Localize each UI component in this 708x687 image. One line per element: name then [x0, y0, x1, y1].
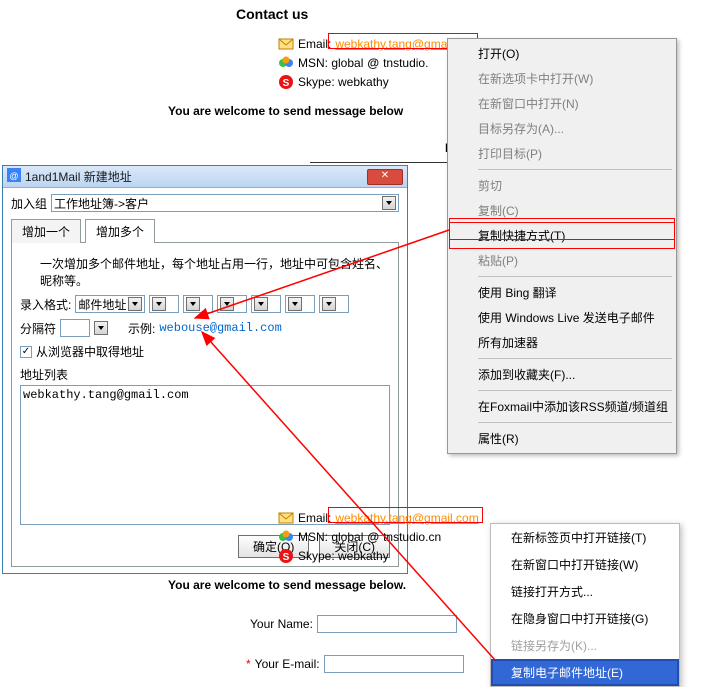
svg-text:@: @ — [9, 171, 18, 181]
dropdown-icon[interactable] — [128, 297, 142, 311]
form-email-row: * Your E-mail: — [246, 655, 464, 673]
msn-icon — [278, 529, 294, 545]
browser-checkbox[interactable]: ✓ — [20, 346, 32, 358]
msn-domain: tnstudio. — [383, 56, 428, 70]
ctx2-open-incognito[interactable]: 在隐身窗口中打开链接(G) — [491, 605, 679, 632]
ctx-print-target[interactable]: 打印目标(P) — [450, 141, 674, 166]
ctx-accelerators[interactable]: 所有加速器 — [450, 330, 674, 355]
email-label: Your E-mail: — [255, 657, 320, 671]
dialog-close-button[interactable]: ✕ — [367, 169, 403, 185]
col-select-1[interactable] — [149, 295, 179, 313]
name-label: Your Name: — [250, 617, 313, 631]
msn-label: MSN: global — [298, 530, 363, 544]
ctx-properties[interactable]: 属性(R) — [450, 426, 674, 451]
col-select-3[interactable] — [217, 295, 247, 313]
dropdown-icon[interactable] — [382, 196, 396, 210]
ctx2-open-win[interactable]: 在新窗口中打开链接(W) — [491, 551, 679, 578]
format-label: 录入格式: — [20, 296, 71, 313]
email-label: Email: — [298, 511, 331, 525]
ctx-paste[interactable]: 粘贴(P) — [450, 248, 674, 273]
skype-icon: S — [278, 548, 294, 564]
separator — [478, 276, 672, 277]
ctx-foxmail[interactable]: 在Foxmail中添加该RSS频道/频道组 — [450, 394, 674, 419]
address-list-label: 地址列表 — [20, 366, 390, 383]
skype-icon: S — [278, 74, 294, 90]
ctx2-save-as[interactable]: 链接另存为(K)... — [491, 632, 679, 659]
svg-text:S: S — [283, 78, 290, 89]
email-icon — [278, 36, 294, 52]
separator — [478, 169, 672, 170]
ctx-copy-shortcut-highlight — [449, 218, 675, 240]
col-select-4[interactable] — [251, 295, 281, 313]
example-value: webouse@gmail.com — [159, 321, 281, 335]
sep-label: 分隔符 — [20, 320, 56, 337]
group-select[interactable]: 工作地址簿->客户 — [51, 194, 399, 212]
app-icon: @ — [7, 168, 21, 185]
contact-msn-row: MSN: global @ tnstudio. — [278, 55, 428, 71]
dropdown-icon[interactable] — [220, 297, 234, 311]
email-highlight-box-bottom — [328, 507, 483, 523]
group-value: 工作地址簿->客户 — [54, 195, 380, 212]
col-select-6[interactable] — [319, 295, 349, 313]
dropdown-icon[interactable] — [254, 297, 268, 311]
context-menu-ie: 打开(O) 在新选项卡中打开(W) 在新窗口中打开(N) 目标另存为(A)...… — [447, 38, 677, 454]
browser-checkbox-label: 从浏览器中取得地址 — [36, 343, 144, 360]
msn-icon — [278, 55, 294, 71]
tab-add-many[interactable]: 增加多个 — [85, 219, 155, 243]
contact-msn-row-2: MSN: global @ tnstudio.cn — [278, 529, 441, 545]
ctx-windowslive[interactable]: 使用 Windows Live 发送电子邮件 — [450, 305, 674, 330]
ctx-save-target[interactable]: 目标另存为(A)... — [450, 116, 674, 141]
example-label: 示例: — [128, 320, 155, 337]
ctx-open[interactable]: 打开(O) — [450, 41, 674, 66]
dialog-title: 1and1Mail 新建地址 — [25, 168, 132, 185]
required-mark: * — [246, 657, 251, 671]
separator — [478, 422, 672, 423]
welcome-text-2: You are welcome to send message below. — [168, 578, 406, 592]
address-textarea[interactable]: webkathy.tang@gmail.com — [20, 385, 390, 525]
group-label: 加入组 — [11, 195, 47, 212]
page-title: Contact us — [236, 6, 308, 22]
msn-domain: tnstudio.cn — [383, 530, 441, 544]
email-icon — [278, 510, 294, 526]
at-symbol: @ — [367, 56, 379, 70]
ctx-favorites[interactable]: 添加到收藏夹(F)... — [450, 362, 674, 387]
col-select-2[interactable] — [183, 295, 213, 313]
name-input[interactable] — [317, 615, 457, 633]
ctx-bing[interactable]: 使用 Bing 翻译 — [450, 280, 674, 305]
dropdown-icon[interactable] — [152, 297, 166, 311]
dropdown-icon[interactable] — [288, 297, 302, 311]
separator — [478, 358, 672, 359]
separator — [478, 390, 672, 391]
at-symbol: @ — [367, 530, 379, 544]
sep-input[interactable] — [60, 319, 90, 337]
ctx2-open-mode[interactable]: 链接打开方式... — [491, 578, 679, 605]
ctx-open-tab[interactable]: 在新选项卡中打开(W) — [450, 66, 674, 91]
ctx-open-win[interactable]: 在新窗口中打开(N) — [450, 91, 674, 116]
skype-label: Skype: webkathy — [298, 75, 389, 89]
skype-label: Skype: webkathy — [298, 549, 389, 563]
contact-skype-row-2: S Skype: webkathy — [278, 548, 389, 564]
msn-label: MSN: global — [298, 56, 363, 70]
dropdown-icon[interactable] — [322, 297, 336, 311]
ctx2-open-tab[interactable]: 在新标签页中打开链接(T) — [491, 524, 679, 551]
dialog-titlebar: @ 1and1Mail 新建地址 ✕ — [3, 166, 407, 188]
format-select[interactable]: 邮件地址 — [75, 295, 145, 313]
dropdown-icon[interactable] — [186, 297, 200, 311]
email-input[interactable] — [324, 655, 464, 673]
col-select-5[interactable] — [285, 295, 315, 313]
svg-text:S: S — [283, 552, 290, 563]
ctx-cut[interactable]: 剪切 — [450, 173, 674, 198]
context-menu-chrome: 在新标签页中打开链接(T) 在新窗口中打开链接(W) 链接打开方式... 在隐身… — [490, 523, 680, 687]
format-value: 邮件地址 — [78, 296, 126, 313]
welcome-text: You are welcome to send message below — [168, 104, 403, 118]
email-label: Email: — [298, 37, 331, 51]
form-name-row: Your Name: — [250, 615, 457, 633]
note-text: 一次增加多个邮件地址，每个地址占用一行，地址中可包含姓名、昵称等。 — [40, 255, 390, 289]
dropdown-icon[interactable] — [94, 321, 108, 335]
ctx2-copy-email[interactable]: 复制电子邮件地址(E) — [491, 659, 679, 686]
contact-skype-row: S Skype: webkathy — [278, 74, 389, 90]
tab-add-one[interactable]: 增加一个 — [11, 219, 81, 243]
